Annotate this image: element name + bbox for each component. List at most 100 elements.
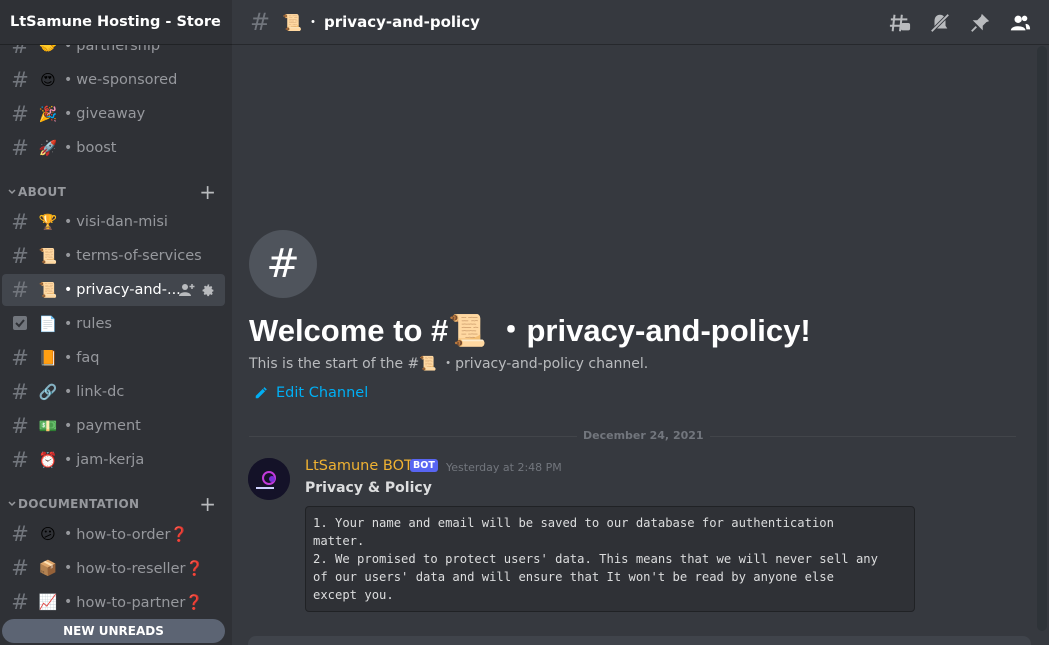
channel-separator: • bbox=[64, 72, 73, 88]
sidebar-item-label: visi-dan-misi bbox=[76, 214, 168, 230]
new-unreads-button[interactable]: NEW UNREADS bbox=[2, 619, 225, 643]
channel-separator: • bbox=[64, 106, 73, 122]
channel-separator: • bbox=[64, 350, 73, 366]
pencil-icon bbox=[255, 387, 267, 399]
date-divider-label: December 24, 2021 bbox=[577, 429, 710, 442]
channel-separator: • bbox=[64, 248, 73, 264]
chevron-down-icon bbox=[8, 189, 16, 195]
hash-icon: # bbox=[11, 67, 29, 92]
channel-separator: • bbox=[64, 526, 73, 542]
welcome-title: Welcome to #📜 ・privacy-and-policy! bbox=[249, 313, 811, 348]
category-label: ABOUT bbox=[18, 185, 67, 199]
rules-check-icon bbox=[10, 314, 30, 335]
channel-tools bbox=[179, 283, 215, 297]
sidebar-item-link-dc[interactable]: # 🔗 • link-dc bbox=[2, 376, 225, 408]
threads-icon[interactable] bbox=[889, 12, 911, 34]
hash-icon: # bbox=[11, 447, 29, 472]
member-list-icon[interactable] bbox=[1009, 12, 1031, 34]
channel-emoji: 📄 bbox=[38, 315, 58, 333]
hash-icon: # bbox=[11, 243, 29, 268]
message-author[interactable]: LtSamune BOT bbox=[305, 458, 413, 474]
hash-icon: # bbox=[11, 345, 29, 370]
invite-user-icon[interactable] bbox=[179, 283, 195, 297]
channel-emoji: 📈 bbox=[38, 593, 58, 611]
sidebar-item-label: how-to-reseller❓ bbox=[76, 560, 204, 577]
channel-emoji: 😕 bbox=[40, 525, 56, 543]
message-timestamp: Yesterday at 2:48 PM bbox=[446, 461, 562, 474]
scrollbar-track[interactable] bbox=[1037, 46, 1047, 631]
guild-header[interactable]: LtSamune Hosting - Store bbox=[0, 0, 232, 45]
sidebar-item-label: terms-of-services bbox=[76, 248, 202, 264]
sidebar-item-label: link-dc bbox=[76, 384, 125, 400]
avatar[interactable] bbox=[248, 458, 290, 500]
channel-topbar: # 📜 ・ privacy-and-policy bbox=[232, 0, 1049, 45]
category-header: ABOUT bbox=[8, 185, 66, 199]
channel-separator: • bbox=[64, 452, 73, 468]
channel-separator: • bbox=[64, 316, 73, 332]
sidebar-item-label: payment bbox=[76, 418, 141, 434]
thread-hash-icon: # bbox=[11, 555, 29, 580]
chevron-down-icon bbox=[8, 501, 16, 507]
message-heading: Privacy & Policy bbox=[305, 480, 432, 496]
channel-emoji: 🔗 bbox=[38, 383, 58, 401]
sidebar-item-how-to-order[interactable]: # 😕 • how-to-order❓ bbox=[2, 518, 225, 550]
chat-area: # 📜 ・ privacy-and-policy # Welcome to #📜… bbox=[232, 0, 1049, 645]
sidebar-item-label: privacy-and-... bbox=[76, 282, 181, 298]
edit-channel-button[interactable]: Edit Channel bbox=[254, 385, 368, 401]
sidebar-item-privacy-and-policy[interactable]: # 📜 • privacy-and-... bbox=[2, 274, 225, 306]
channel-emoji: 📜 bbox=[38, 247, 58, 265]
sidebar-item-faq[interactable]: # 📙 • faq bbox=[2, 342, 225, 374]
edit-channel-label: Edit Channel bbox=[276, 385, 369, 401]
message-codeblock: 1. Your name and email will be saved to … bbox=[305, 506, 915, 612]
mute-bell-icon[interactable] bbox=[929, 12, 951, 34]
sidebar-item-label: boost bbox=[76, 140, 117, 156]
hash-icon: # bbox=[11, 209, 29, 234]
sidebar-item-label: giveaway bbox=[76, 106, 146, 122]
category-label: DOCUMENTATION bbox=[18, 497, 140, 511]
sidebar-item-label: faq bbox=[76, 350, 100, 366]
channel-emoji: 📦 bbox=[38, 559, 58, 577]
sidebar-item-giveaway[interactable]: # 🎉 • giveaway bbox=[2, 98, 225, 130]
sidebar-item-terms-of-services[interactable]: # 📜 • terms-of-services bbox=[2, 240, 225, 272]
topbar-actions bbox=[889, 12, 1031, 34]
guild-name: LtSamune Hosting - Store bbox=[10, 14, 221, 30]
hash-icon: # bbox=[11, 101, 29, 126]
channel-emoji: 🚀 bbox=[38, 139, 58, 157]
thread-hash-icon: # bbox=[11, 589, 29, 614]
sidebar-item-boost[interactable]: # 🚀 • boost bbox=[2, 132, 225, 164]
channel-hash-avatar: # bbox=[249, 230, 317, 298]
create-channel-icon[interactable]: + bbox=[199, 182, 216, 202]
channel-separator: • bbox=[64, 140, 73, 156]
channel-separator: ・ bbox=[306, 15, 321, 31]
sidebar-item-visi-dan-misi[interactable]: # 🏆 • visi-dan-misi bbox=[2, 206, 225, 238]
sidebar-item-jam-kerja[interactable]: # ⏰ • jam-kerja bbox=[2, 444, 225, 476]
channel-emoji: 📜 bbox=[38, 281, 58, 299]
channel-emoji: ⏰ bbox=[38, 451, 58, 469]
hash-icon: # bbox=[250, 8, 271, 36]
category-about[interactable]: ABOUT + bbox=[0, 180, 232, 204]
channel-sidebar: # 🤝 • partnership # 😍 • we-sponsored # 🎉… bbox=[0, 0, 232, 645]
sidebar-item-how-to-reseller[interactable]: # 📦 • how-to-reseller❓ bbox=[2, 552, 225, 584]
create-channel-icon[interactable]: + bbox=[199, 494, 216, 514]
channel-separator: • bbox=[64, 418, 73, 434]
pin-icon[interactable] bbox=[969, 12, 991, 34]
sidebar-item-payment[interactable]: # 💵 • payment bbox=[2, 410, 225, 442]
welcome-subtitle: This is the start of the #📜 ・privacy-and… bbox=[249, 356, 649, 372]
category-header: DOCUMENTATION bbox=[8, 497, 139, 511]
gear-icon[interactable] bbox=[202, 284, 215, 297]
sidebar-item-label: jam-kerja bbox=[76, 452, 145, 468]
channel-separator: • bbox=[64, 594, 73, 610]
channel-emoji: 💵 bbox=[38, 417, 58, 435]
discord-window: # 🤝 • partnership # 😍 • we-sponsored # 🎉… bbox=[0, 0, 1049, 645]
channel-emoji: 📜 bbox=[282, 12, 303, 32]
channel-separator: • bbox=[64, 560, 73, 576]
channel-emoji: 🎉 bbox=[38, 105, 58, 123]
sidebar-item-we-sponsored[interactable]: # 😍 • we-sponsored bbox=[2, 64, 225, 96]
message-input[interactable] bbox=[248, 636, 1031, 645]
sidebar-item-how-to-partner[interactable]: # 📈 • how-to-partner❓ bbox=[2, 586, 225, 618]
sidebar-item-label: how-to-partner❓ bbox=[76, 594, 204, 611]
channel-separator: • bbox=[64, 214, 73, 230]
sidebar-item-label: how-to-order❓ bbox=[76, 526, 189, 543]
sidebar-item-rules[interactable]: 📄 • rules bbox=[2, 308, 225, 340]
category-documentation[interactable]: DOCUMENTATION + bbox=[0, 492, 232, 516]
